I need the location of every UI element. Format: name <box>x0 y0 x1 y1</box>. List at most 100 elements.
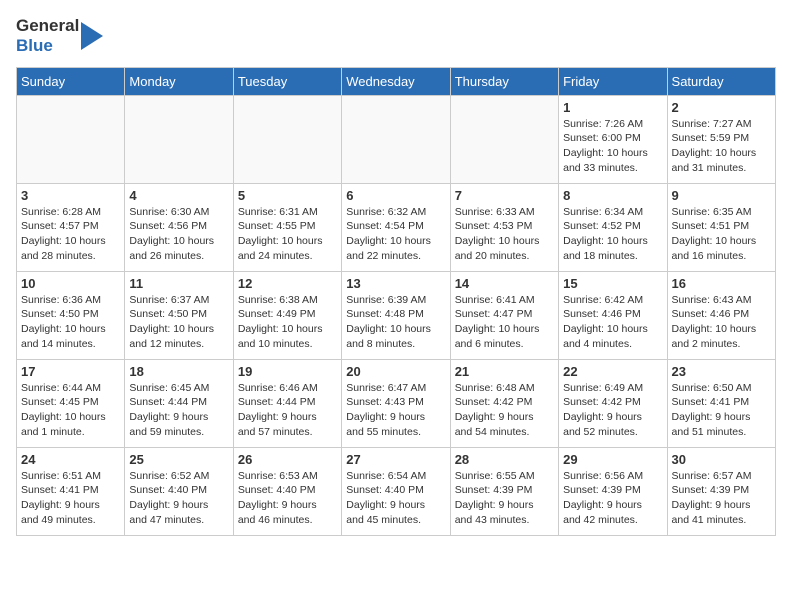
calendar-cell: 24Sunrise: 6:51 AM Sunset: 4:41 PM Dayli… <box>17 447 125 535</box>
day-info: Sunrise: 6:56 AM Sunset: 4:39 PM Dayligh… <box>563 469 662 528</box>
calendar-cell: 5Sunrise: 6:31 AM Sunset: 4:55 PM Daylig… <box>233 183 341 271</box>
day-number: 26 <box>238 452 337 467</box>
day-info: Sunrise: 6:46 AM Sunset: 4:44 PM Dayligh… <box>238 381 337 440</box>
calendar-header-row: SundayMondayTuesdayWednesdayThursdayFrid… <box>17 67 776 95</box>
calendar-cell: 22 Sunrise: 6:49 AM Sunset: 4:42 PM Dayli… <box>559 359 667 447</box>
day-number: 30 <box>672 452 771 467</box>
calendar-cell: 17 Sunrise: 6:44 AM Sunset: 4:45 PM Dayli… <box>17 359 125 447</box>
calendar-week-row: 10 Sunrise: 6:36 AM Sunset: 4:50 PM Dayli… <box>17 271 776 359</box>
day-info: Sunrise: 6:53 AM Sunset: 4:40 PM Dayligh… <box>238 469 337 528</box>
calendar-cell: 28 Sunrise: 6:55 AM Sunset: 4:39 PM Dayli… <box>450 447 558 535</box>
day-info: Sunrise: 6:30 AM Sunset: 4:56 PM Dayligh… <box>129 205 228 264</box>
day-info: Sunrise: 6:35 AM Sunset: 4:51 PM Dayligh… <box>672 205 771 264</box>
day-number: 17 <box>21 364 120 379</box>
day-number: 24 <box>21 452 120 467</box>
day-info: Sunrise: 6:47 AM Sunset: 4:43 PM Dayligh… <box>346 381 445 440</box>
calendar-cell <box>342 95 450 183</box>
day-info: Sunrise: 6:39 AM Sunset: 4:48 PM Dayligh… <box>346 293 445 352</box>
calendar-cell <box>17 95 125 183</box>
day-number: 1 <box>563 100 662 115</box>
calendar-header-wednesday: Wednesday <box>342 67 450 95</box>
calendar-cell <box>233 95 341 183</box>
calendar-cell: 13 Sunrise: 6:39 AM Sunset: 4:48 PM Dayli… <box>342 271 450 359</box>
day-info: Sunrise: 6:57 AM Sunset: 4:39 PM Dayligh… <box>672 469 771 528</box>
day-number: 7 <box>455 188 554 203</box>
calendar-cell: 1Sunrise: 7:26 AM Sunset: 6:00 PM Daylig… <box>559 95 667 183</box>
day-number: 11 <box>129 276 228 291</box>
day-number: 16 <box>672 276 771 291</box>
calendar-cell: 3Sunrise: 6:28 AM Sunset: 4:57 PM Daylig… <box>17 183 125 271</box>
calendar-cell: 19 Sunrise: 6:46 AM Sunset: 4:44 PM Dayli… <box>233 359 341 447</box>
calendar-cell: 20 Sunrise: 6:47 AM Sunset: 4:43 PM Dayli… <box>342 359 450 447</box>
calendar-cell: 26 Sunrise: 6:53 AM Sunset: 4:40 PM Dayli… <box>233 447 341 535</box>
day-number: 4 <box>129 188 228 203</box>
day-number: 25 <box>129 452 228 467</box>
calendar-week-row: 1Sunrise: 7:26 AM Sunset: 6:00 PM Daylig… <box>17 95 776 183</box>
day-number: 20 <box>346 364 445 379</box>
calendar-cell: 2 Sunrise: 7:27 AM Sunset: 5:59 PM Daylig… <box>667 95 775 183</box>
day-info: Sunrise: 6:52 AM Sunset: 4:40 PM Dayligh… <box>129 469 228 528</box>
day-number: 15 <box>563 276 662 291</box>
calendar-cell: 25 Sunrise: 6:52 AM Sunset: 4:40 PM Dayli… <box>125 447 233 535</box>
calendar-header-friday: Friday <box>559 67 667 95</box>
calendar-cell: 27Sunrise: 6:54 AM Sunset: 4:40 PM Dayli… <box>342 447 450 535</box>
calendar-header-monday: Monday <box>125 67 233 95</box>
day-number: 9 <box>672 188 771 203</box>
calendar: SundayMondayTuesdayWednesdayThursdayFrid… <box>16 67 776 536</box>
day-info: Sunrise: 6:34 AM Sunset: 4:52 PM Dayligh… <box>563 205 662 264</box>
logo-arrow-icon <box>81 18 103 54</box>
day-info: Sunrise: 6:42 AM Sunset: 4:46 PM Dayligh… <box>563 293 662 352</box>
calendar-cell: 14Sunrise: 6:41 AM Sunset: 4:47 PM Dayli… <box>450 271 558 359</box>
day-info: Sunrise: 7:27 AM Sunset: 5:59 PM Dayligh… <box>672 117 771 176</box>
day-number: 22 <box>563 364 662 379</box>
day-number: 21 <box>455 364 554 379</box>
day-number: 12 <box>238 276 337 291</box>
calendar-cell: 16 Sunrise: 6:43 AM Sunset: 4:46 PM Dayli… <box>667 271 775 359</box>
day-info: Sunrise: 6:43 AM Sunset: 4:46 PM Dayligh… <box>672 293 771 352</box>
calendar-cell: 7 Sunrise: 6:33 AM Sunset: 4:53 PM Daylig… <box>450 183 558 271</box>
calendar-cell <box>125 95 233 183</box>
calendar-header-tuesday: Tuesday <box>233 67 341 95</box>
calendar-week-row: 3Sunrise: 6:28 AM Sunset: 4:57 PM Daylig… <box>17 183 776 271</box>
day-info: Sunrise: 6:36 AM Sunset: 4:50 PM Dayligh… <box>21 293 120 352</box>
day-number: 10 <box>21 276 120 291</box>
day-info: Sunrise: 6:45 AM Sunset: 4:44 PM Dayligh… <box>129 381 228 440</box>
day-info: Sunrise: 6:55 AM Sunset: 4:39 PM Dayligh… <box>455 469 554 528</box>
day-info: Sunrise: 6:50 AM Sunset: 4:41 PM Dayligh… <box>672 381 771 440</box>
day-info: Sunrise: 6:49 AM Sunset: 4:42 PM Dayligh… <box>563 381 662 440</box>
day-number: 13 <box>346 276 445 291</box>
calendar-cell: 9 Sunrise: 6:35 AM Sunset: 4:51 PM Daylig… <box>667 183 775 271</box>
day-info: Sunrise: 6:48 AM Sunset: 4:42 PM Dayligh… <box>455 381 554 440</box>
day-number: 14 <box>455 276 554 291</box>
day-info: Sunrise: 6:32 AM Sunset: 4:54 PM Dayligh… <box>346 205 445 264</box>
calendar-header-thursday: Thursday <box>450 67 558 95</box>
day-info: Sunrise: 6:33 AM Sunset: 4:53 PM Dayligh… <box>455 205 554 264</box>
day-info: Sunrise: 6:44 AM Sunset: 4:45 PM Dayligh… <box>21 381 120 440</box>
calendar-header-sunday: Sunday <box>17 67 125 95</box>
calendar-cell: 10 Sunrise: 6:36 AM Sunset: 4:50 PM Dayli… <box>17 271 125 359</box>
day-info: Sunrise: 6:37 AM Sunset: 4:50 PM Dayligh… <box>129 293 228 352</box>
calendar-cell: 4 Sunrise: 6:30 AM Sunset: 4:56 PM Daylig… <box>125 183 233 271</box>
day-number: 2 <box>672 100 771 115</box>
calendar-week-row: 24Sunrise: 6:51 AM Sunset: 4:41 PM Dayli… <box>17 447 776 535</box>
day-info: Sunrise: 6:54 AM Sunset: 4:40 PM Dayligh… <box>346 469 445 528</box>
calendar-cell: 12Sunrise: 6:38 AM Sunset: 4:49 PM Dayli… <box>233 271 341 359</box>
logo-text-general: General <box>16 16 79 36</box>
calendar-cell: 6Sunrise: 6:32 AM Sunset: 4:54 PM Daylig… <box>342 183 450 271</box>
day-number: 23 <box>672 364 771 379</box>
logo-text-blue: Blue <box>16 36 79 56</box>
calendar-cell <box>450 95 558 183</box>
calendar-cell: 8 Sunrise: 6:34 AM Sunset: 4:52 PM Daylig… <box>559 183 667 271</box>
day-number: 29 <box>563 452 662 467</box>
calendar-cell: 15 Sunrise: 6:42 AM Sunset: 4:46 PM Dayli… <box>559 271 667 359</box>
calendar-cell: 18Sunrise: 6:45 AM Sunset: 4:44 PM Dayli… <box>125 359 233 447</box>
day-number: 28 <box>455 452 554 467</box>
calendar-header-saturday: Saturday <box>667 67 775 95</box>
day-number: 19 <box>238 364 337 379</box>
calendar-cell: 23 Sunrise: 6:50 AM Sunset: 4:41 PM Dayli… <box>667 359 775 447</box>
calendar-cell: 29 Sunrise: 6:56 AM Sunset: 4:39 PM Dayli… <box>559 447 667 535</box>
day-info: Sunrise: 6:28 AM Sunset: 4:57 PM Dayligh… <box>21 205 120 264</box>
day-number: 8 <box>563 188 662 203</box>
header: General Blue <box>16 16 776 57</box>
day-number: 5 <box>238 188 337 203</box>
